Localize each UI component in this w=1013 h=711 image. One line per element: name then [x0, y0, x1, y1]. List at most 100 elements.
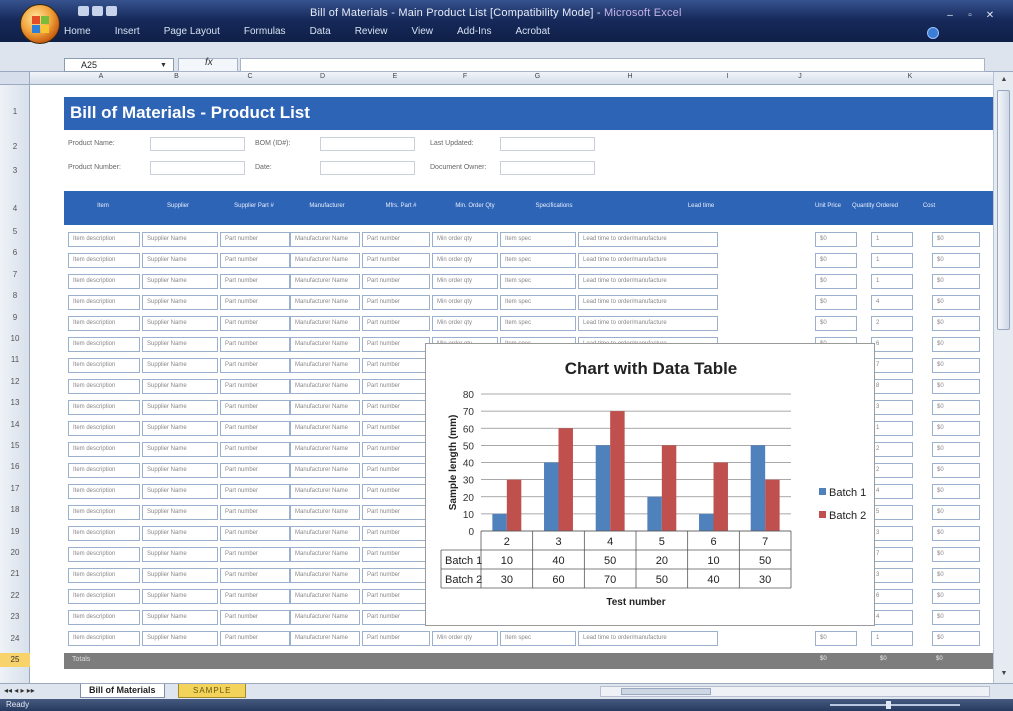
table-cell[interactable]: Item spec [500, 631, 576, 646]
row-header-18[interactable]: 18 [0, 503, 30, 517]
table-cell[interactable]: Part number [220, 421, 290, 436]
table-cell[interactable]: Part number [220, 547, 290, 562]
table-cell[interactable]: Item description [68, 295, 140, 310]
table-cell[interactable]: Part number [220, 316, 290, 331]
ribbon-tab-formulas[interactable]: Formulas [244, 26, 286, 37]
table-cell[interactable]: Manufacturer Name [290, 400, 360, 415]
table-cell[interactable]: Part number [220, 505, 290, 520]
table-cell[interactable]: Item spec [500, 295, 576, 310]
table-cell[interactable]: Part number [362, 253, 430, 268]
quantity-cell[interactable]: 4 [871, 484, 913, 499]
table-cell[interactable]: Manufacturer Name [290, 316, 360, 331]
date-field[interactable] [320, 161, 415, 175]
ribbon-tab-page-layout[interactable]: Page Layout [164, 26, 220, 37]
insert-function-button[interactable]: fx [205, 57, 213, 68]
undo-icon[interactable] [92, 6, 103, 16]
cost-cell[interactable]: $0 [932, 589, 980, 604]
ribbon-tab-review[interactable]: Review [355, 26, 388, 37]
horizontal-scrollbar[interactable] [600, 686, 990, 697]
office-button[interactable] [20, 4, 60, 44]
column-header-C[interactable]: C [225, 73, 275, 80]
table-cell[interactable]: Supplier Name [142, 400, 218, 415]
quick-access-toolbar[interactable] [78, 6, 117, 16]
table-cell[interactable]: Item description [68, 253, 140, 268]
table-cell[interactable]: Item spec [500, 253, 576, 268]
chart-with-data-table[interactable]: Chart with Data Table 0 10 20 30 40 50 60 70 80 Sa… [425, 343, 875, 626]
table-cell[interactable]: Manufacturer Name [290, 526, 360, 541]
table-cell[interactable]: Lead time to order/manufacture [578, 295, 718, 310]
cost-cell[interactable]: $0 [932, 253, 980, 268]
cost-cell[interactable]: $0 [932, 484, 980, 499]
quantity-cell[interactable]: 8 [871, 379, 913, 394]
tab-sample[interactable]: SAMPLE [178, 684, 247, 698]
cost-cell[interactable]: $0 [932, 295, 980, 310]
bar-batch-1-4[interactable] [595, 445, 611, 531]
cost-cell[interactable]: $0 [932, 631, 980, 646]
table-cell[interactable]: Min order qty [432, 295, 498, 310]
table-cell[interactable]: Item description [68, 568, 140, 583]
table-cell[interactable]: Supplier Name [142, 295, 218, 310]
table-cell[interactable]: Part number [220, 442, 290, 457]
column-header-J[interactable]: J [775, 73, 825, 80]
bar-batch-2-5[interactable] [661, 445, 677, 531]
table-cell[interactable]: Part number [220, 568, 290, 583]
ribbon-tab-add-ins[interactable]: Add-Ins [457, 26, 491, 37]
ribbon-tab-home[interactable]: Home [64, 26, 91, 37]
scroll-down-icon[interactable]: ▼ [998, 668, 1010, 680]
table-cell[interactable]: Part number [362, 442, 430, 457]
table-cell[interactable]: Part number [220, 400, 290, 415]
quantity-cell[interactable]: 1 [871, 253, 913, 268]
table-cell[interactable]: Manufacturer Name [290, 463, 360, 478]
column-header-K[interactable]: K [885, 73, 935, 80]
cost-cell[interactable]: $0 [932, 232, 980, 247]
row-header-12[interactable]: 12 [0, 375, 30, 389]
row-header-24[interactable]: 24 [0, 632, 30, 646]
horizontal-scroll-thumb[interactable] [621, 688, 711, 695]
table-cell[interactable]: Item description [68, 484, 140, 499]
table-cell[interactable]: Item description [68, 337, 140, 352]
formula-input[interactable] [240, 58, 985, 72]
table-cell[interactable]: Part number [362, 274, 430, 289]
quantity-cell[interactable]: 3 [871, 568, 913, 583]
scroll-up-icon[interactable]: ▲ [998, 74, 1010, 86]
row-header-5[interactable]: 5 [0, 225, 30, 239]
table-cell[interactable]: Supplier Name [142, 232, 218, 247]
quantity-cell[interactable]: 3 [871, 526, 913, 541]
table-cell[interactable]: Item description [68, 421, 140, 436]
quantity-cell[interactable]: 6 [871, 337, 913, 352]
vertical-scroll-thumb[interactable] [997, 90, 1010, 330]
table-cell[interactable]: Part number [220, 337, 290, 352]
quantity-cell[interactable]: 1 [871, 232, 913, 247]
table-cell[interactable]: Min order qty [432, 316, 498, 331]
ribbon-tab-view[interactable]: View [411, 26, 433, 37]
select-all-button[interactable] [0, 72, 30, 85]
bar-batch-1-6[interactable] [699, 513, 714, 531]
quantity-cell[interactable]: 5 [871, 505, 913, 520]
row-header-22[interactable]: 22 [0, 589, 30, 603]
quantity-cell[interactable]: 3 [871, 400, 913, 415]
table-cell[interactable]: Manufacturer Name [290, 379, 360, 394]
cost-cell[interactable]: $0 [932, 547, 980, 562]
table-cell[interactable]: Part number [220, 631, 290, 646]
cost-cell[interactable]: $0 [932, 442, 980, 457]
table-cell[interactable]: Part number [362, 463, 430, 478]
table-cell[interactable]: Supplier Name [142, 610, 218, 625]
table-cell[interactable]: Item description [68, 610, 140, 625]
table-cell[interactable]: Manufacturer Name [290, 547, 360, 562]
table-cell[interactable]: Supplier Name [142, 316, 218, 331]
cost-cell[interactable]: $0 [932, 274, 980, 289]
minimize-button[interactable]: – [942, 10, 958, 22]
table-cell[interactable]: Part number [220, 358, 290, 373]
chevron-down-icon[interactable]: ▼ [160, 62, 167, 69]
table-cell[interactable]: Part number [220, 379, 290, 394]
table-cell[interactable]: Min order qty [432, 253, 498, 268]
table-cell[interactable]: Part number [362, 400, 430, 415]
quantity-cell[interactable]: 4 [871, 295, 913, 310]
row-header-9[interactable]: 9 [0, 311, 30, 325]
table-cell[interactable]: Supplier Name [142, 442, 218, 457]
bar-batch-1-7[interactable] [750, 445, 766, 531]
table-cell[interactable]: Supplier Name [142, 505, 218, 520]
table-cell[interactable]: Supplier Name [142, 484, 218, 499]
table-cell[interactable]: Part number [220, 610, 290, 625]
table-cell[interactable]: Part number [362, 484, 430, 499]
